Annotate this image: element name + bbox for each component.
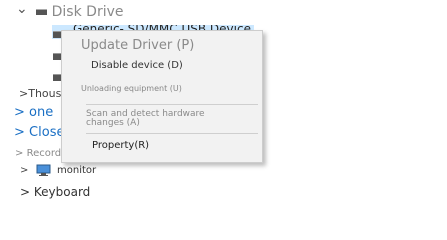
chevron-right-icon[interactable]: > (14, 125, 25, 140)
chevron-right-icon[interactable]: > (15, 148, 23, 159)
monitor-icon (36, 164, 51, 176)
menu-item-property[interactable]: Property(R) (92, 140, 149, 151)
tree-item-label: Keyboard (33, 185, 91, 199)
chevron-right-icon[interactable]: > (20, 165, 28, 176)
menu-item-scan-hardware-line2[interactable]: changes (A) (86, 118, 140, 128)
context-menu: Update Driver (P) Disable device (D) Unl… (61, 30, 263, 163)
tree-item-monitor-label: monitor (57, 165, 97, 176)
tree-item-keyboard[interactable]: > Keyboard (20, 185, 90, 199)
menu-separator (86, 104, 258, 105)
tree-item-label: Close (29, 125, 65, 140)
tree-item-label: Record (26, 148, 62, 159)
menu-separator (86, 133, 258, 134)
menu-item-disable-device[interactable]: Disable device (D) (91, 60, 183, 71)
menu-item-unloading-equipment[interactable]: Unloading equipment (U) (81, 84, 182, 93)
tree-item-one[interactable]: > one (14, 105, 53, 120)
tree-item-label: Disk Drive (51, 4, 124, 20)
chevron-right-icon[interactable]: > (19, 87, 28, 100)
tree-item-close[interactable]: > Close (14, 125, 64, 140)
menu-item-update-driver[interactable]: Update Driver (P) (81, 38, 194, 53)
tree-item-disk-drive[interactable]: ⌄ Disk Drive (16, 1, 124, 20)
chevron-right-icon[interactable]: > (20, 185, 30, 199)
drive-icon (36, 9, 48, 15)
tree-item-monitor[interactable]: > (20, 165, 28, 176)
chevron-down-icon[interactable]: ⌄ (16, 1, 28, 17)
tree-item-label: one (29, 105, 54, 120)
device-manager-tree: ⌄ Disk Drive Generic- SD/MMC USB Device … (0, 0, 447, 200)
chevron-right-icon[interactable]: > (14, 105, 25, 120)
tree-item-record[interactable]: > Record (15, 148, 61, 159)
